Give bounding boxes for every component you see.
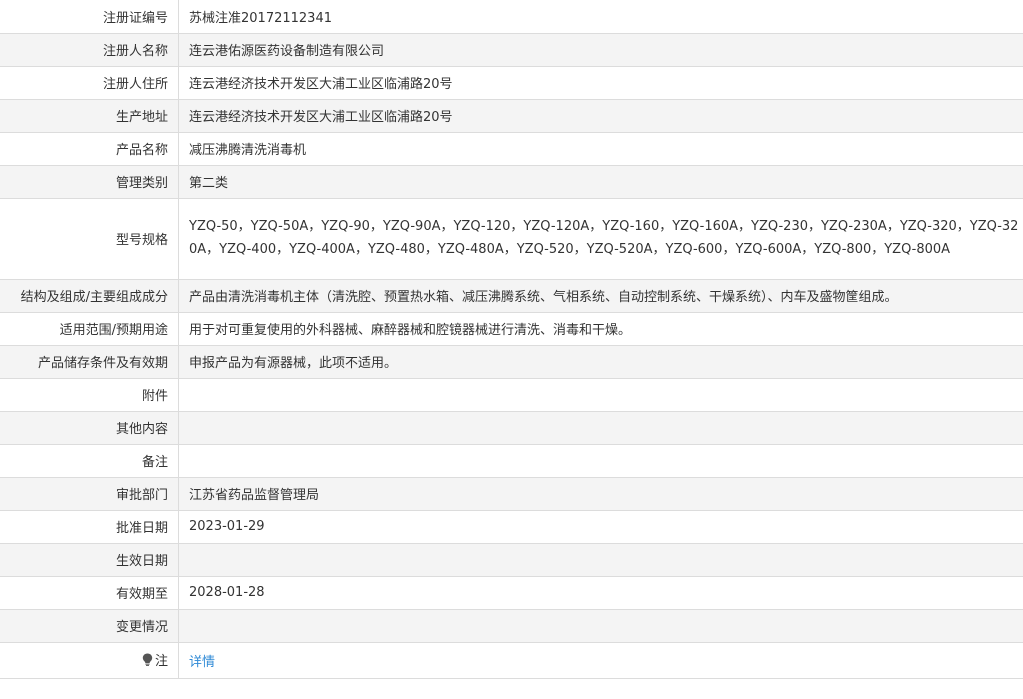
note-label-text: 注	[154, 654, 168, 669]
row-note: 注 详情	[0, 642, 1023, 679]
row-value: 申报产品为有源器械，此项不适用。	[178, 345, 1023, 379]
row-value: 2023-01-29	[178, 510, 1023, 544]
row-intended-use: 适用范围/预期用途 用于对可重复使用的外科器械、麻醉器械和腔镜器械进行清洗、消毒…	[0, 312, 1023, 346]
row-registrant-address: 注册人住所 连云港经济技术开发区大浦工业区临浦路20号	[0, 66, 1023, 100]
row-label: 其他内容	[0, 411, 179, 445]
row-attachments: 附件	[0, 378, 1023, 412]
row-product-name: 产品名称 减压沸腾清洗消毒机	[0, 132, 1023, 166]
row-model-specification: 型号规格 YZQ-50，YZQ-50A，YZQ-90，YZQ-90A，YZQ-1…	[0, 198, 1023, 280]
row-valid-until: 有效期至 2028-01-28	[0, 576, 1023, 610]
row-value	[178, 411, 1023, 445]
row-approval-date: 批准日期 2023-01-29	[0, 510, 1023, 544]
row-production-address: 生产地址 连云港经济技术开发区大浦工业区临浦路20号	[0, 99, 1023, 133]
row-value	[178, 609, 1023, 643]
row-label: 产品储存条件及有效期	[0, 345, 179, 379]
row-label: 结构及组成/主要组成成分	[0, 279, 179, 313]
row-change-status: 变更情况	[0, 609, 1023, 643]
row-value: 用于对可重复使用的外科器械、麻醉器械和腔镜器械进行清洗、消毒和干燥。	[178, 312, 1023, 346]
row-value: 连云港佑源医药设备制造有限公司	[178, 33, 1023, 67]
row-label: 管理类别	[0, 165, 179, 199]
row-label: 附件	[0, 378, 179, 412]
row-label: 审批部门	[0, 477, 179, 511]
row-value: 产品由清洗消毒机主体（清洗腔、预置热水箱、减压沸腾系统、气相系统、自动控制系统、…	[178, 279, 1023, 313]
row-label: 注册人住所	[0, 66, 179, 100]
details-link[interactable]: 详情	[189, 655, 215, 670]
note-label-cell: 注	[0, 642, 179, 679]
row-management-category: 管理类别 第二类	[0, 165, 1023, 199]
row-value: 2028-01-28	[178, 576, 1023, 610]
row-structure-composition: 结构及组成/主要组成成分 产品由清洗消毒机主体（清洗腔、预置热水箱、减压沸腾系统…	[0, 279, 1023, 313]
row-value	[178, 378, 1023, 412]
row-label: 变更情况	[0, 609, 179, 643]
row-value	[178, 444, 1023, 478]
row-value: 苏械注准20172112341	[178, 0, 1023, 34]
row-label: 产品名称	[0, 132, 179, 166]
row-other-content: 其他内容	[0, 411, 1023, 445]
row-value: 连云港经济技术开发区大浦工业区临浦路20号	[178, 66, 1023, 100]
row-label: 注册证编号	[0, 0, 179, 34]
row-label: 备注	[0, 444, 179, 478]
row-storage-conditions: 产品储存条件及有效期 申报产品为有源器械，此项不适用。	[0, 345, 1023, 379]
row-value: 第二类	[178, 165, 1023, 199]
row-value: 连云港经济技术开发区大浦工业区临浦路20号	[178, 99, 1023, 133]
row-remarks: 备注	[0, 444, 1023, 478]
row-label: 生产地址	[0, 99, 179, 133]
row-registration-number: 注册证编号 苏械注准20172112341	[0, 0, 1023, 34]
row-value	[178, 543, 1023, 577]
registration-info-table: 注册证编号 苏械注准20172112341 注册人名称 连云港佑源医药设备制造有…	[0, 0, 1023, 679]
note-value: 详情	[178, 642, 1023, 679]
row-label: 型号规格	[0, 198, 179, 280]
lightbulb-icon	[142, 653, 153, 666]
row-label: 适用范围/预期用途	[0, 312, 179, 346]
row-value: 减压沸腾清洗消毒机	[178, 132, 1023, 166]
row-value: YZQ-50，YZQ-50A，YZQ-90，YZQ-90A，YZQ-120，YZ…	[178, 198, 1023, 280]
note-label: 注	[142, 650, 168, 669]
row-effective-date: 生效日期	[0, 543, 1023, 577]
row-label: 注册人名称	[0, 33, 179, 67]
row-label: 有效期至	[0, 576, 179, 610]
row-approval-department: 审批部门 江苏省药品监督管理局	[0, 477, 1023, 511]
row-label: 生效日期	[0, 543, 179, 577]
row-value: 江苏省药品监督管理局	[178, 477, 1023, 511]
row-label: 批准日期	[0, 510, 179, 544]
row-registrant-name: 注册人名称 连云港佑源医药设备制造有限公司	[0, 33, 1023, 67]
